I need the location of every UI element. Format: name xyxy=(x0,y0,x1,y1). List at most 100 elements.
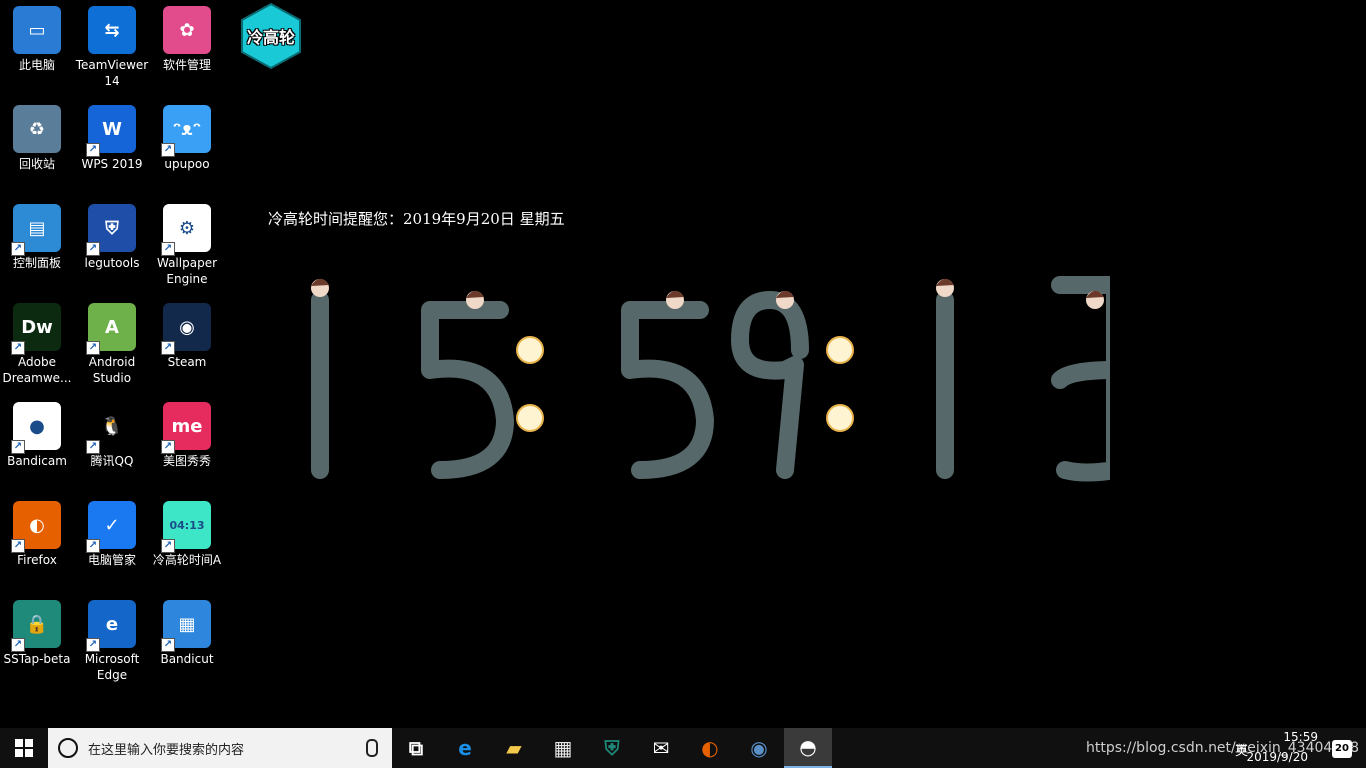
notification-center-icon[interactable]: 20 xyxy=(1332,740,1352,758)
shortcut-arrow-icon: ↗ xyxy=(86,143,100,157)
shortcut-arrow-icon: ↗ xyxy=(161,143,175,157)
mail-icon: ✉ xyxy=(652,736,670,760)
desktop-icon[interactable]: ♻ 回收站 xyxy=(0,99,74,191)
taskbar-edge-button[interactable]: e xyxy=(441,728,489,768)
desktop-icon-label: SSTap-beta xyxy=(3,652,71,666)
desktop-icon[interactable]: W ↗ WPS 2019 xyxy=(75,99,149,191)
desktop-icon[interactable]: ▭ 此电脑 xyxy=(0,0,74,92)
taskbar-firefox-button[interactable]: ◐ xyxy=(686,728,734,768)
shortcut-arrow-icon: ↗ xyxy=(86,242,100,256)
icon-glyph: ✿ xyxy=(179,19,195,41)
desktop-icon[interactable]: Dw ↗ Adobe Dreamwe... xyxy=(0,297,74,389)
icon-glyph: ⇆ xyxy=(104,19,120,41)
qq-icon: 🐧 ↗ xyxy=(86,402,136,454)
control-panel-icon: ▤ ↗ xyxy=(11,204,61,256)
desktop-icon-label: TeamViewer 14 xyxy=(75,58,149,88)
desktop-icon[interactable]: 🐧 ↗ 腾讯QQ xyxy=(75,396,149,488)
desktop-icon[interactable]: A ↗ Android Studio xyxy=(75,297,149,389)
shortcut-arrow-icon: ↗ xyxy=(161,242,175,256)
taskbar-search-box[interactable]: 在这里输入你要搜索的内容 xyxy=(48,728,392,768)
clock-app-icon: 04:13 ↗ xyxy=(161,501,211,553)
taskbar: 在这里输入你要搜索的内容 ⧉ e ▰ ▦ ⛨ ✉ ◐ ◉ ◓ https://blog.csdn… xyxy=(0,728,1366,768)
legutools-icon: ⛨ ↗ xyxy=(86,204,136,256)
taskbar-wallpaper-engine-button[interactable]: ◓ xyxy=(784,728,832,768)
desktop-icon[interactable]: ⇆ TeamViewer 14 xyxy=(75,0,149,92)
taskbar-security-button[interactable]: ⛨ xyxy=(588,728,636,768)
desktop-icon-label: 控制面板 xyxy=(12,256,61,270)
desktop-icon[interactable]: ᵔᴥᵔ ↗ upupoo xyxy=(150,99,224,191)
icon-glyph: ▤ xyxy=(28,217,46,239)
icon-glyph: ♻ xyxy=(28,118,46,140)
desktop-icon[interactable]: ✿ 软件管理 xyxy=(150,0,224,92)
windows-logo-icon xyxy=(15,739,33,757)
shortcut-arrow-icon: ↗ xyxy=(11,440,25,454)
dreamweaver-icon: Dw ↗ xyxy=(11,303,61,355)
taskbar-steam-button[interactable]: ◉ xyxy=(735,728,783,768)
firefox-icon: ◐ xyxy=(701,736,719,760)
desktop-icon-label: WPS 2019 xyxy=(81,157,143,171)
desktop-icon[interactable]: ▤ ↗ 控制面板 xyxy=(0,198,74,290)
separator-dot xyxy=(826,336,854,364)
separator-dot xyxy=(516,336,544,364)
desktop-icon-label: Adobe Dreamwe... xyxy=(2,355,72,385)
taskbar-store-button[interactable]: ▦ xyxy=(539,728,587,768)
clock-digit xyxy=(936,278,954,479)
microphone-icon[interactable] xyxy=(366,739,378,757)
digit-body xyxy=(421,301,514,479)
desktop-icon[interactable]: ◉ ↗ Steam xyxy=(150,297,224,389)
desktop-icon[interactable]: e ↗ Microsoft Edge xyxy=(75,594,149,686)
desktop-icon-label: Firefox xyxy=(17,553,57,567)
clock-digit xyxy=(621,290,714,479)
icon-glyph: ▦ xyxy=(178,613,196,635)
desktop-icon-label: 软件管理 xyxy=(162,58,211,72)
search-placeholder: 在这里输入你要搜索的内容 xyxy=(88,743,245,758)
bandicut-icon: ▦ ↗ xyxy=(161,600,211,652)
digit-body xyxy=(621,301,714,479)
icon-glyph: Dw xyxy=(21,316,53,338)
desktop-icon-label: 美图秀秀 xyxy=(162,454,211,468)
shortcut-arrow-icon: ↗ xyxy=(11,242,25,256)
desktop-icon[interactable]: ◐ ↗ Firefox xyxy=(0,495,74,587)
separator-dot xyxy=(516,404,544,432)
digit-body xyxy=(731,291,809,479)
desktop-icon-label: Microsoft Edge xyxy=(84,652,140,682)
icon-glyph: 🐧 xyxy=(100,415,124,437)
desktop-icon[interactable]: 🔒 ↗ SSTap-beta xyxy=(0,594,74,686)
pc-manager-icon: ✓ ↗ xyxy=(86,501,136,553)
start-button[interactable] xyxy=(0,728,48,768)
desktop-icon[interactable]: ● ↗ Bandicam xyxy=(0,396,74,488)
taskbar-file-explorer-button[interactable]: ▰ xyxy=(490,728,538,768)
shortcut-arrow-icon: ↗ xyxy=(86,341,100,355)
desktop-icon-label: Bandicam xyxy=(7,454,67,468)
icon-glyph: me xyxy=(171,415,203,437)
bandicam-icon: ● ↗ xyxy=(11,402,61,454)
wallpaper-engine-icon: ⚙ ↗ xyxy=(161,204,211,256)
desktop-icon[interactable]: ✓ ↗ 电脑管家 xyxy=(75,495,149,587)
shortcut-arrow-icon: ↗ xyxy=(86,440,100,454)
desktop-icon[interactable]: me ↗ 美图秀秀 xyxy=(150,396,224,488)
taskbar-task-view-button[interactable]: ⧉ xyxy=(392,728,440,768)
desktop-icon-label: legutools xyxy=(84,256,140,270)
desktop-icon[interactable]: ⚙ ↗ Wallpaper Engine xyxy=(150,198,224,290)
shortcut-arrow-icon: ↗ xyxy=(86,539,100,553)
edge-icon: e xyxy=(458,736,472,760)
shortcut-arrow-icon: ↗ xyxy=(161,440,175,454)
clock-digit xyxy=(1051,276,1110,482)
desktop-icon[interactable]: ▦ ↗ Bandicut xyxy=(150,594,224,686)
cortana-icon xyxy=(58,738,78,758)
desktop-icon[interactable]: ⛨ ↗ legutools xyxy=(75,198,149,290)
upupoo-icon: ᵔᴥᵔ ↗ xyxy=(161,105,211,157)
shortcut-arrow-icon: ↗ xyxy=(86,638,100,652)
edge-icon: e ↗ xyxy=(86,600,136,652)
icon-glyph: A xyxy=(105,316,119,338)
system-tray: https://blog.csdn.net/weixin_43404388 英 … xyxy=(1066,728,1366,768)
desktop-icon[interactable]: 04:13 ↗ 冷高轮时间A xyxy=(150,495,224,587)
tray-time[interactable]: 15:59 xyxy=(1283,730,1318,744)
meitu-icon: me ↗ xyxy=(161,402,211,454)
tray-date[interactable]: 2019/9/20 xyxy=(1246,750,1308,764)
icon-glyph: ◐ xyxy=(29,514,45,536)
security-icon: ⛨ xyxy=(604,736,620,760)
steam-icon: ◉ ↗ xyxy=(161,303,211,355)
desktop-app-badge[interactable]: 冷高轮 xyxy=(240,2,302,70)
taskbar-mail-button[interactable]: ✉ xyxy=(637,728,685,768)
